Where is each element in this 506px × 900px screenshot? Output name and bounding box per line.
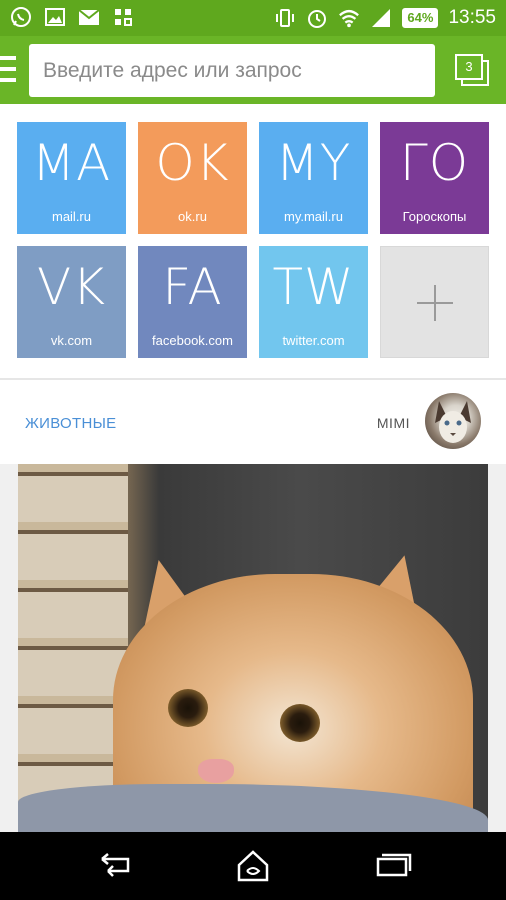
alarm-icon — [306, 7, 328, 29]
tile-facebook[interactable]: FA facebook.com — [138, 246, 247, 358]
plus-icon — [417, 285, 453, 321]
tile-ok-ru[interactable]: OK ok.ru — [138, 122, 247, 234]
address-input[interactable]: Введите адрес или запрос — [29, 44, 435, 97]
home-icon — [237, 850, 269, 882]
feed-category-link[interactable]: ЖИВОТНЫЕ — [25, 415, 116, 432]
tile-vk[interactable]: VK vk.com — [17, 246, 126, 358]
battery-indicator: 64% — [402, 8, 439, 28]
recent-apps-icon — [376, 853, 412, 877]
status-bar: 64% 13:55 — [0, 0, 506, 36]
source-avatar[interactable] — [425, 393, 481, 449]
tile-abbr: ГО — [399, 134, 470, 192]
tile-label: vk.com — [50, 333, 93, 348]
back-button[interactable] — [96, 850, 136, 882]
tile-abbr: OK — [155, 134, 230, 192]
feed-header: ЖИВОТНЫЕ MIMI — [0, 380, 506, 464]
bookshelf-graphic — [18, 464, 128, 832]
tile-label: twitter.com — [282, 333, 345, 348]
tile-twitter[interactable]: TW twitter.com — [259, 246, 368, 358]
tile-label: my.mail.ru — [284, 209, 343, 224]
tile-label: Гороскопы — [402, 209, 467, 224]
add-tile-button[interactable] — [380, 246, 489, 358]
cat-photo[interactable] — [18, 464, 488, 832]
tile-label: mail.ru — [51, 209, 91, 224]
system-nav-bar — [0, 832, 506, 900]
apps-icon — [112, 6, 134, 28]
back-icon — [101, 853, 130, 877]
tile-abbr: MA — [31, 134, 112, 192]
image-icon — [44, 6, 66, 28]
tab-count: 3 — [455, 54, 483, 80]
tile-my-mail-ru[interactable]: MY my.mail.ru — [259, 122, 368, 234]
vibrate-icon — [274, 7, 296, 29]
browser-toolbar: Введите адрес или запрос 3 — [0, 36, 506, 104]
recent-apps-button[interactable] — [372, 850, 412, 882]
tile-horoscopes[interactable]: ГО Гороскопы — [380, 122, 489, 234]
gmail-icon — [78, 6, 100, 28]
tabs-button[interactable]: 3 — [455, 54, 489, 86]
signal-icon — [370, 7, 392, 29]
tile-abbr: MY — [275, 134, 352, 192]
tile-abbr: FA — [162, 258, 223, 316]
tile-label: facebook.com — [152, 333, 233, 348]
tile-mail-ru[interactable]: MA mail.ru — [17, 122, 126, 234]
clock: 13:55 — [448, 7, 496, 28]
tile-abbr: TW — [272, 258, 355, 316]
menu-icon[interactable] — [0, 56, 16, 82]
cat-eye — [168, 689, 208, 727]
feed-card — [0, 464, 506, 832]
cat-eye — [280, 704, 320, 742]
cat-nose — [198, 759, 234, 783]
tile-abbr: VK — [37, 258, 106, 316]
tile-label: ok.ru — [178, 209, 207, 224]
wifi-icon — [338, 7, 360, 29]
feed-source-label[interactable]: MIMI — [377, 415, 410, 431]
home-button[interactable] — [233, 850, 273, 882]
whatsapp-icon — [10, 6, 32, 28]
speed-dial: MA mail.ru OK ok.ru MY my.mail.ru ГО Гор… — [17, 122, 489, 358]
